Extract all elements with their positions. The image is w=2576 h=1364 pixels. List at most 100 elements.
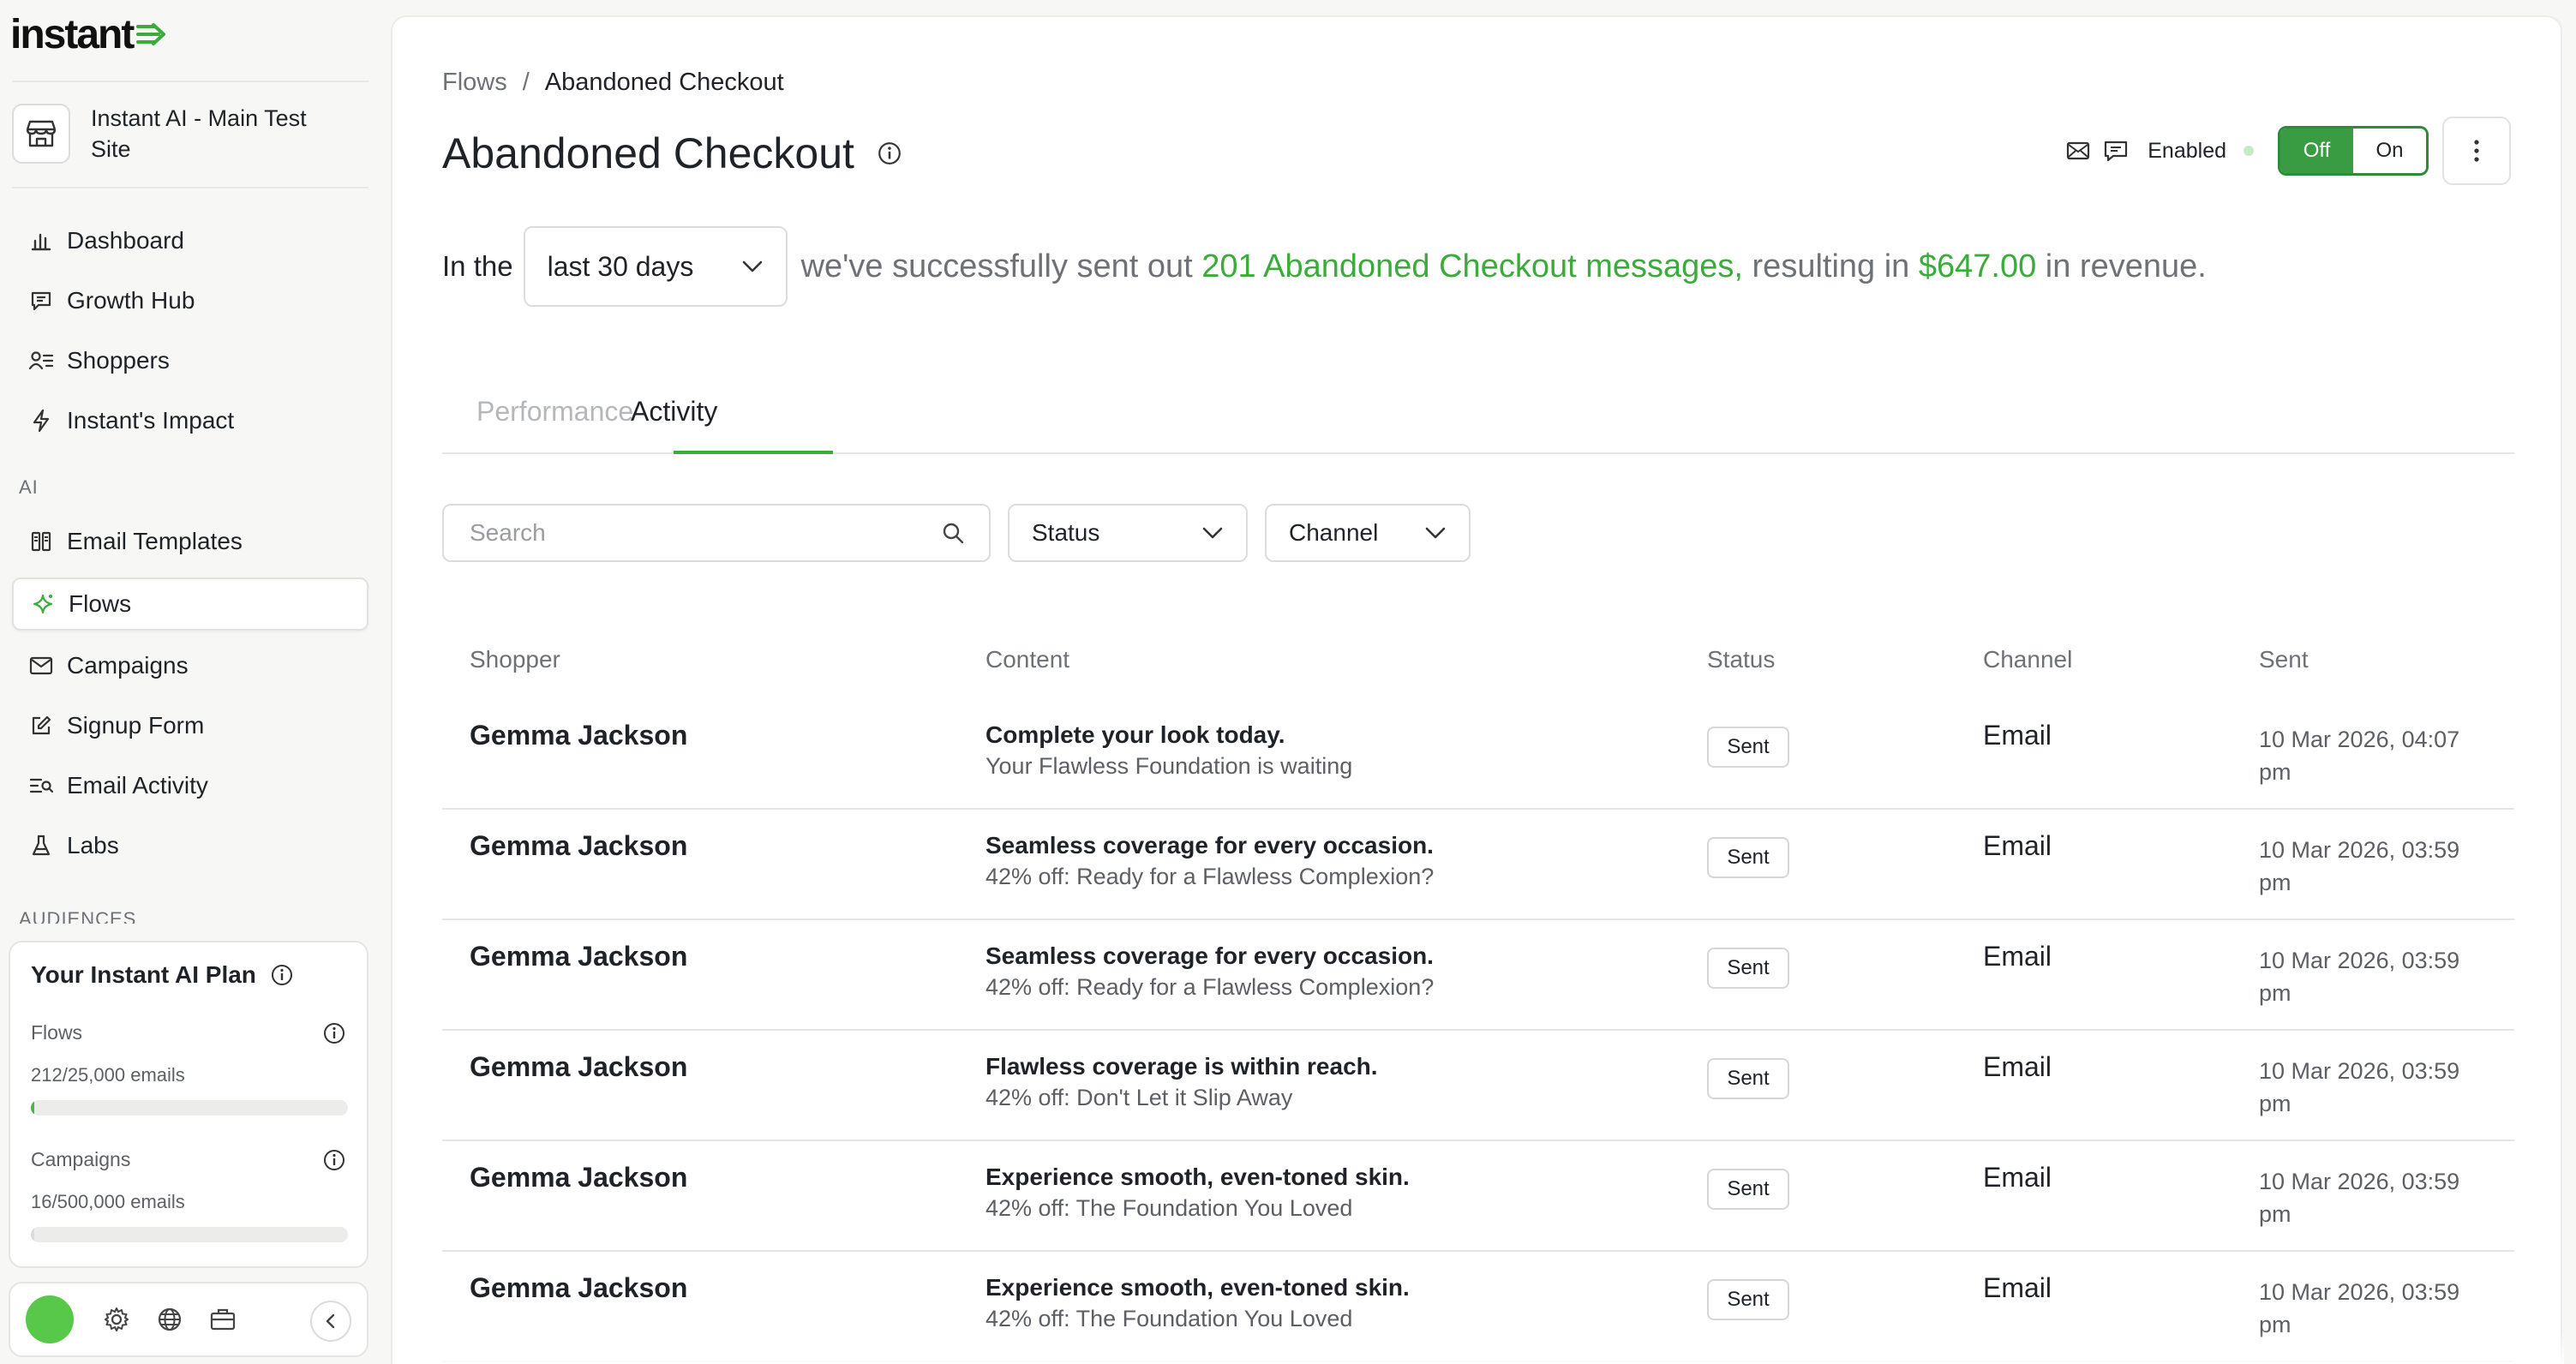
instant-logo[interactable]: instant bbox=[10, 9, 167, 60]
filter-bar: Status Channel bbox=[442, 504, 1471, 562]
gear-icon[interactable] bbox=[103, 1306, 130, 1333]
table-row[interactable]: Gemma Jackson Seamless coverage for ever… bbox=[442, 920, 2514, 1031]
breadcrumb-current: Abandoned Checkout bbox=[544, 69, 784, 96]
message-content: Complete your look today. Your Flawless … bbox=[985, 720, 1352, 781]
status-filter-dropdown[interactable]: Status bbox=[1008, 504, 1248, 562]
briefcase-icon[interactable] bbox=[209, 1306, 237, 1333]
column-header-status: Status bbox=[1707, 646, 1776, 673]
site-switcher[interactable]: Instant AI - Main Test Site bbox=[12, 103, 314, 165]
table-row[interactable]: Gemma Jackson Flawless coverage is withi… bbox=[442, 1031, 2514, 1141]
templates-icon bbox=[27, 528, 55, 555]
sidebar-item-shoppers[interactable]: Shoppers bbox=[12, 334, 368, 387]
channel-value: Email bbox=[1983, 941, 2052, 972]
table-row[interactable]: Gemma Jackson Complete your look today. … bbox=[442, 699, 2514, 810]
status-badge: Sent bbox=[1707, 948, 1789, 989]
sidebar-item-flows[interactable]: Flows bbox=[12, 577, 368, 631]
channel-filter-dropdown[interactable]: Channel bbox=[1265, 504, 1471, 562]
shopper-name: Gemma Jackson bbox=[470, 1051, 688, 1082]
channel-value: Email bbox=[1983, 830, 2052, 861]
message-content: Experience smooth, even-toned skin. 42% … bbox=[985, 1272, 1410, 1334]
table-row[interactable]: Gemma Jackson Seamless coverage for ever… bbox=[442, 810, 2514, 920]
tab-bar: Performance Activity bbox=[442, 368, 2514, 454]
sent-date: 10 Mar 2026, 04:07 bbox=[2259, 727, 2460, 752]
search-icon[interactable] bbox=[941, 521, 965, 545]
edit-form-icon bbox=[27, 712, 55, 739]
sidebar-item-growth-hub[interactable]: Growth Hub bbox=[12, 274, 368, 327]
sidebar-item-label: Growth Hub bbox=[67, 287, 195, 314]
sent-date: 10 Mar 2026, 03:59 bbox=[2259, 1279, 2460, 1305]
sidebar-item-label: Shoppers bbox=[67, 347, 170, 374]
enable-toggle[interactable]: Off On bbox=[2278, 126, 2429, 176]
column-header-sent: Sent bbox=[2259, 646, 2309, 673]
chevron-down-icon bbox=[1425, 527, 1446, 539]
toggle-off-option[interactable]: Off bbox=[2280, 129, 2353, 173]
users-list-icon bbox=[27, 347, 55, 374]
plan-card: Your Instant AI Plan Flows 212/25,000 em… bbox=[9, 941, 368, 1268]
header-actions: Enabled Off On bbox=[2065, 117, 2511, 185]
section-label-audiences: AUDIENCES bbox=[19, 908, 137, 924]
shopper-name: Gemma Jackson bbox=[470, 1162, 688, 1193]
campaigns-usage-bar bbox=[31, 1227, 348, 1242]
tab-performance[interactable]: Performance bbox=[476, 396, 633, 428]
shopper-name: Gemma Jackson bbox=[470, 720, 688, 751]
channel-value: Email bbox=[1983, 720, 2052, 751]
sent-ampm: pm bbox=[2259, 870, 2291, 895]
sidebar-item-label: Instant's Impact bbox=[67, 407, 235, 434]
column-header-shopper: Shopper bbox=[470, 646, 560, 673]
sent-timestamp: 10 Mar 2026, 03:59 pm bbox=[2259, 944, 2482, 1009]
sidebar-item-email-templates[interactable]: Email Templates bbox=[12, 515, 368, 568]
sidebar-item-label: Flows bbox=[69, 590, 132, 617]
search-input[interactable] bbox=[470, 519, 915, 547]
sent-date: 10 Mar 2026, 03:59 bbox=[2259, 1169, 2460, 1194]
sidebar-item-email-activity[interactable]: Email Activity bbox=[12, 759, 368, 812]
plan-flows-usage: 212/25,000 emails bbox=[31, 1064, 185, 1086]
sidebar-item-label: Campaigns bbox=[67, 652, 189, 679]
sent-timestamp: 10 Mar 2026, 04:07 pm bbox=[2259, 723, 2482, 788]
sidebar-item-dashboard[interactable]: Dashboard bbox=[12, 214, 368, 267]
message-title: Seamless coverage for every occasion. bbox=[985, 832, 1434, 858]
shopper-name: Gemma Jackson bbox=[470, 941, 688, 972]
message-title: Seamless coverage for every occasion. bbox=[985, 942, 1434, 969]
message-subtitle: 42% off: Don't Let it Slip Away bbox=[985, 1085, 1293, 1110]
collapse-sidebar-button[interactable] bbox=[310, 1301, 351, 1342]
summary-prefix: In the bbox=[442, 250, 513, 282]
page-title: Abandoned Checkout bbox=[442, 129, 902, 178]
activity-list-icon bbox=[27, 772, 55, 799]
sidebar-item-label: Labs bbox=[67, 832, 119, 858]
globe-icon[interactable] bbox=[156, 1306, 183, 1333]
sidebar-item-impact[interactable]: Instant's Impact bbox=[12, 394, 368, 447]
message-title: Flawless coverage is within reach. bbox=[985, 1053, 1378, 1080]
table-row[interactable]: Gemma Jackson Experience smooth, even-to… bbox=[442, 1141, 2514, 1252]
more-options-button[interactable] bbox=[2442, 117, 2511, 185]
message-subtitle: Your Flawless Foundation is waiting bbox=[985, 753, 1353, 779]
plan-campaigns-usage: 16/500,000 emails bbox=[31, 1191, 185, 1212]
sent-timestamp: 10 Mar 2026, 03:59 pm bbox=[2259, 1055, 2482, 1120]
more-vertical-icon bbox=[2474, 140, 2479, 162]
sidebar-item-signup-form[interactable]: Signup Form bbox=[12, 699, 368, 752]
info-icon[interactable] bbox=[877, 141, 902, 166]
toggle-on-option[interactable]: On bbox=[2353, 129, 2426, 173]
avatar[interactable] bbox=[26, 1295, 74, 1343]
sent-ampm: pm bbox=[2259, 1201, 2291, 1227]
breadcrumb-flows-link[interactable]: Flows bbox=[442, 69, 507, 97]
status-badge: Sent bbox=[1707, 727, 1789, 768]
chevron-down-icon bbox=[742, 260, 762, 272]
channel-value: Email bbox=[1983, 1272, 2052, 1303]
logo-text: instant bbox=[10, 11, 135, 57]
sidebar-item-campaigns[interactable]: Campaigns bbox=[12, 639, 368, 692]
sent-date: 10 Mar 2026, 03:59 bbox=[2259, 837, 2460, 863]
info-icon[interactable] bbox=[322, 1148, 346, 1172]
date-range-select[interactable]: last 30 days bbox=[523, 226, 788, 307]
message-title: Experience smooth, even-toned skin. bbox=[985, 1164, 1410, 1190]
plan-flows-label: Flows bbox=[31, 1021, 83, 1044]
tab-activity[interactable]: Activity bbox=[631, 396, 717, 428]
sidebar-item-label: Dashboard bbox=[67, 227, 184, 254]
info-icon[interactable] bbox=[322, 1021, 346, 1045]
breadcrumb-separator: / bbox=[522, 69, 530, 96]
section-label-ai: AI bbox=[19, 476, 39, 498]
date-range-value: last 30 days bbox=[547, 250, 694, 282]
sidebar-item-labs[interactable]: Labs bbox=[12, 819, 368, 872]
message-content: Experience smooth, even-toned skin. 42% … bbox=[985, 1162, 1410, 1223]
info-icon[interactable] bbox=[270, 963, 294, 987]
shopper-name: Gemma Jackson bbox=[470, 1272, 688, 1303]
